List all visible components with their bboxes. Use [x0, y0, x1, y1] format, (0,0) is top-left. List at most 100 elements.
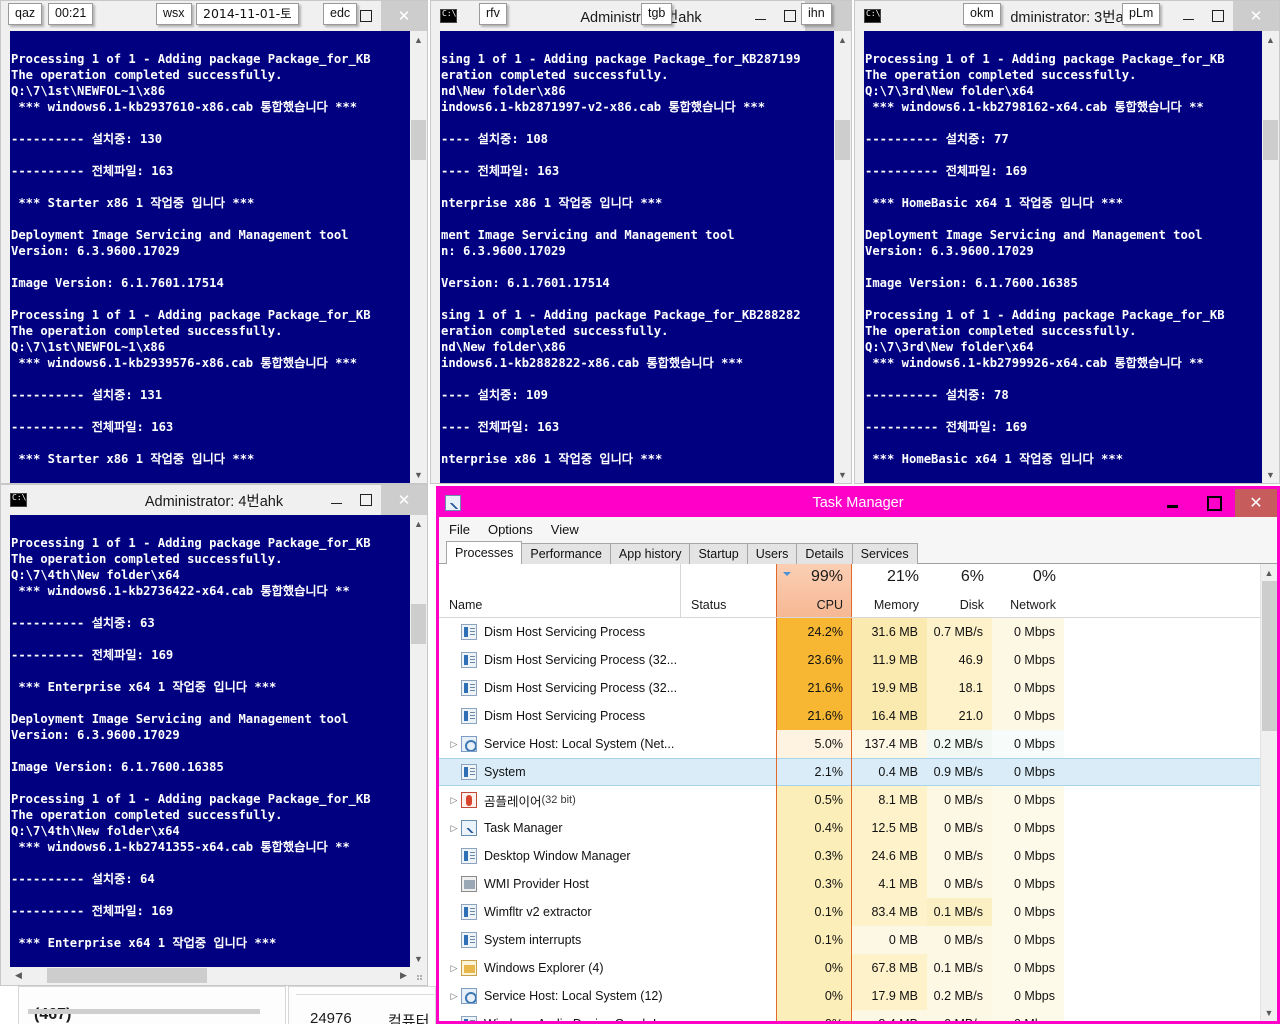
table-row[interactable]: Desktop Window Manager 0.3% 24.6 MB 0 MB/s 0…: [439, 842, 1277, 870]
menu-bar[interactable]: File Options View: [439, 517, 1277, 541]
scroll-track[interactable]: [1261, 581, 1278, 1004]
close-button[interactable]: ✕: [1233, 1, 1279, 31]
console-3-window-buttons[interactable]: ✕: [1173, 1, 1279, 31]
close-button[interactable]: ✕: [381, 485, 427, 515]
ahk-hint-plm[interactable]: pLm: [1122, 3, 1161, 25]
console-window-3[interactable]: dministrator: 3번a ✕ Processing 1 of 1 - …: [854, 0, 1280, 484]
table-row[interactable]: Dism Host Servicing Process (32... 23.6% 1…: [439, 646, 1277, 695]
console-1-vscrollbar[interactable]: ▲ ▼: [410, 31, 427, 483]
scroll-thumb[interactable]: [1263, 120, 1278, 160]
console-4-hscrollbar[interactable]: ◀ ▶: [10, 967, 426, 984]
console-window-1[interactable]: Ad k ✕ Processing 1 of 1 - Adding packag…: [0, 0, 428, 484]
process-name-cell[interactable]: WMI Provider Host: [439, 876, 776, 892]
column-header-status[interactable]: Status: [680, 564, 776, 617]
scroll-right-icon[interactable]: ▶: [395, 967, 412, 984]
table-row[interactable]: Dism Host Servicing Process 24.2% 31.6 MB 0…: [439, 618, 1277, 646]
scroll-up-icon[interactable]: ▲: [410, 515, 427, 532]
scroll-up-icon[interactable]: ▲: [1261, 564, 1278, 581]
expand-chevron-icon[interactable]: ▷: [447, 963, 461, 974]
maximize-button[interactable]: [351, 485, 381, 515]
ahk-hint-ihn[interactable]: ihn: [801, 3, 832, 25]
process-name-cell[interactable]: Dism Host Servicing Process (32...: [439, 680, 776, 696]
scroll-track[interactable]: [410, 532, 427, 950]
console-4-vscrollbar[interactable]: ▲ ▼: [410, 515, 427, 967]
scroll-down-icon[interactable]: ▼: [834, 466, 851, 483]
expand-chevron-icon[interactable]: ▷: [447, 795, 461, 806]
column-header-disk[interactable]: 6% Disk: [927, 564, 992, 617]
table-row[interactable]: ▷ Windows Explorer (4) 0% 67.8 MB 0.1 MB/s 0 …: [439, 954, 1277, 982]
scroll-track[interactable]: [834, 48, 851, 466]
expand-chevron-icon[interactable]: ▷: [447, 739, 461, 750]
scroll-left-icon[interactable]: ◀: [10, 967, 27, 984]
scroll-down-icon[interactable]: ▼: [410, 950, 427, 967]
table-row[interactable]: System 2.1% 0.4 MB 0.9 MB/s 0 Mbps: [439, 758, 1277, 786]
scroll-down-icon[interactable]: ▼: [1261, 1004, 1278, 1021]
task-manager-window[interactable]: Task Manager ✕ File Options View Process…: [436, 486, 1280, 1024]
console-4-window-buttons[interactable]: ✕: [321, 485, 427, 515]
tab-startup[interactable]: Startup: [689, 543, 748, 564]
table-row[interactable]: System interrupts 0.1% 0 MB 0 MB/s 0 Mbps: [439, 926, 1277, 954]
minimize-button[interactable]: [1173, 1, 1203, 31]
tab-users[interactable]: Users: [746, 543, 798, 564]
scroll-track-h[interactable]: [27, 967, 395, 984]
menu-item-file[interactable]: File: [449, 522, 470, 537]
scroll-thumb[interactable]: [411, 120, 426, 160]
resize-grip[interactable]: [412, 967, 426, 984]
ahk-hint-okm[interactable]: okm: [963, 3, 1001, 25]
table-row[interactable]: ▷ 곰플레이어 (32 bit) 0.5% 8.1 MB 0 MB/s 0 Mbps: [439, 786, 1277, 814]
table-row[interactable]: ▷ Task Manager 0.4% 12.5 MB 0 MB/s 0 Mbps: [439, 814, 1277, 842]
expand-chevron-icon[interactable]: ▷: [447, 991, 461, 1002]
task-manager-titlebar[interactable]: Task Manager ✕: [439, 489, 1277, 517]
table-row[interactable]: Dism Host Servicing Process 21.6% 16.4 MB 2…: [439, 702, 1277, 751]
process-list[interactable]: Dism Host Servicing Process 24.2% 31.6 MB 0…: [439, 618, 1277, 1021]
process-name-cell[interactable]: ▷ Task Manager: [439, 820, 776, 836]
column-header-network[interactable]: 0% Network: [992, 564, 1064, 617]
table-row[interactable]: WMI Provider Host 0.3% 4.1 MB 0 MB/s 0 Mbps: [439, 870, 1277, 898]
table-row[interactable]: Windows Audio Device Graph Is... 0%8.4 MB…: [439, 1010, 1277, 1021]
tab-processes[interactable]: Processes: [446, 541, 523, 564]
process-name-cell[interactable]: ▷ Service Host: Local System (Net...: [439, 736, 776, 752]
table-row[interactable]: Wimfltr v2 extractor 0.1% 83.4 MB 0.1 MB/s 0…: [439, 898, 1277, 926]
table-row[interactable]: Dism Host Servicing Process (32... 21.6% 1…: [439, 674, 1277, 723]
menu-item-options[interactable]: Options: [488, 522, 533, 537]
process-name-cell[interactable]: ▷ Service Host: Local System (12): [439, 988, 776, 1004]
process-name-cell[interactable]: Wimfltr v2 extractor: [439, 904, 776, 920]
process-name-cell[interactable]: Dism Host Servicing Process (32...: [439, 652, 776, 668]
process-name-cell[interactable]: System: [439, 764, 776, 780]
minimize-button[interactable]: [321, 485, 351, 515]
process-name-cell[interactable]: System interrupts: [439, 932, 776, 948]
console-2-vscrollbar[interactable]: ▲ ▼: [834, 31, 851, 483]
menu-item-view[interactable]: View: [551, 522, 579, 537]
console-window-4[interactable]: Administrator: 4번ahk ✕ Processing 1 of 1…: [0, 484, 428, 986]
scroll-up-icon[interactable]: ▲: [1262, 31, 1279, 48]
column-header-cpu[interactable]: 99% CPU: [776, 564, 852, 617]
expand-chevron-icon[interactable]: ▷: [447, 823, 461, 834]
scroll-up-icon[interactable]: ▲: [834, 31, 851, 48]
ahk-hint-tgb[interactable]: tgb: [641, 3, 673, 25]
scroll-thumb-h[interactable]: [47, 968, 207, 983]
process-name-cell[interactable]: Windows Audio Device Graph Is...: [439, 1016, 776, 1021]
column-headers[interactable]: Name Status 99% CPU 21% Memory 6% Disk 0…: [439, 564, 1277, 618]
process-name-cell[interactable]: ▷ Windows Explorer (4): [439, 960, 776, 976]
process-list-scrollbar[interactable]: ▲ ▼: [1260, 564, 1277, 1021]
scroll-track[interactable]: [410, 48, 427, 466]
scroll-thumb[interactable]: [1261, 581, 1277, 731]
ahk-hint-rfv[interactable]: rfv: [479, 3, 507, 25]
tab-app-history[interactable]: App history: [609, 543, 691, 564]
process-name-cell[interactable]: Dism Host Servicing Process: [439, 624, 776, 640]
scroll-down-icon[interactable]: ▼: [410, 466, 427, 483]
tab-details[interactable]: Details: [796, 543, 853, 564]
process-name-cell[interactable]: Dism Host Servicing Process: [439, 708, 776, 724]
table-row[interactable]: ▷ Service Host: Local System (12) 0% 17.9 M…: [439, 982, 1277, 1010]
tab-services[interactable]: Services: [851, 543, 918, 564]
ahk-hint-edc[interactable]: edc: [323, 3, 358, 25]
scroll-down-icon[interactable]: ▼: [1262, 466, 1279, 483]
column-header-memory[interactable]: 21% Memory: [852, 564, 927, 617]
minimize-button[interactable]: [745, 1, 775, 31]
ahk-hint-wsx[interactable]: wsx: [156, 3, 192, 25]
console-3-vscrollbar[interactable]: ▲ ▼: [1262, 31, 1279, 483]
console-4-titlebar[interactable]: Administrator: 4번ahk ✕: [1, 485, 427, 515]
scroll-up-icon[interactable]: ▲: [410, 31, 427, 48]
console-window-2[interactable]: Administrat 2번ahk ✕ sing 1 of 1 - Adding…: [430, 0, 852, 484]
scroll-thumb[interactable]: [835, 120, 850, 160]
